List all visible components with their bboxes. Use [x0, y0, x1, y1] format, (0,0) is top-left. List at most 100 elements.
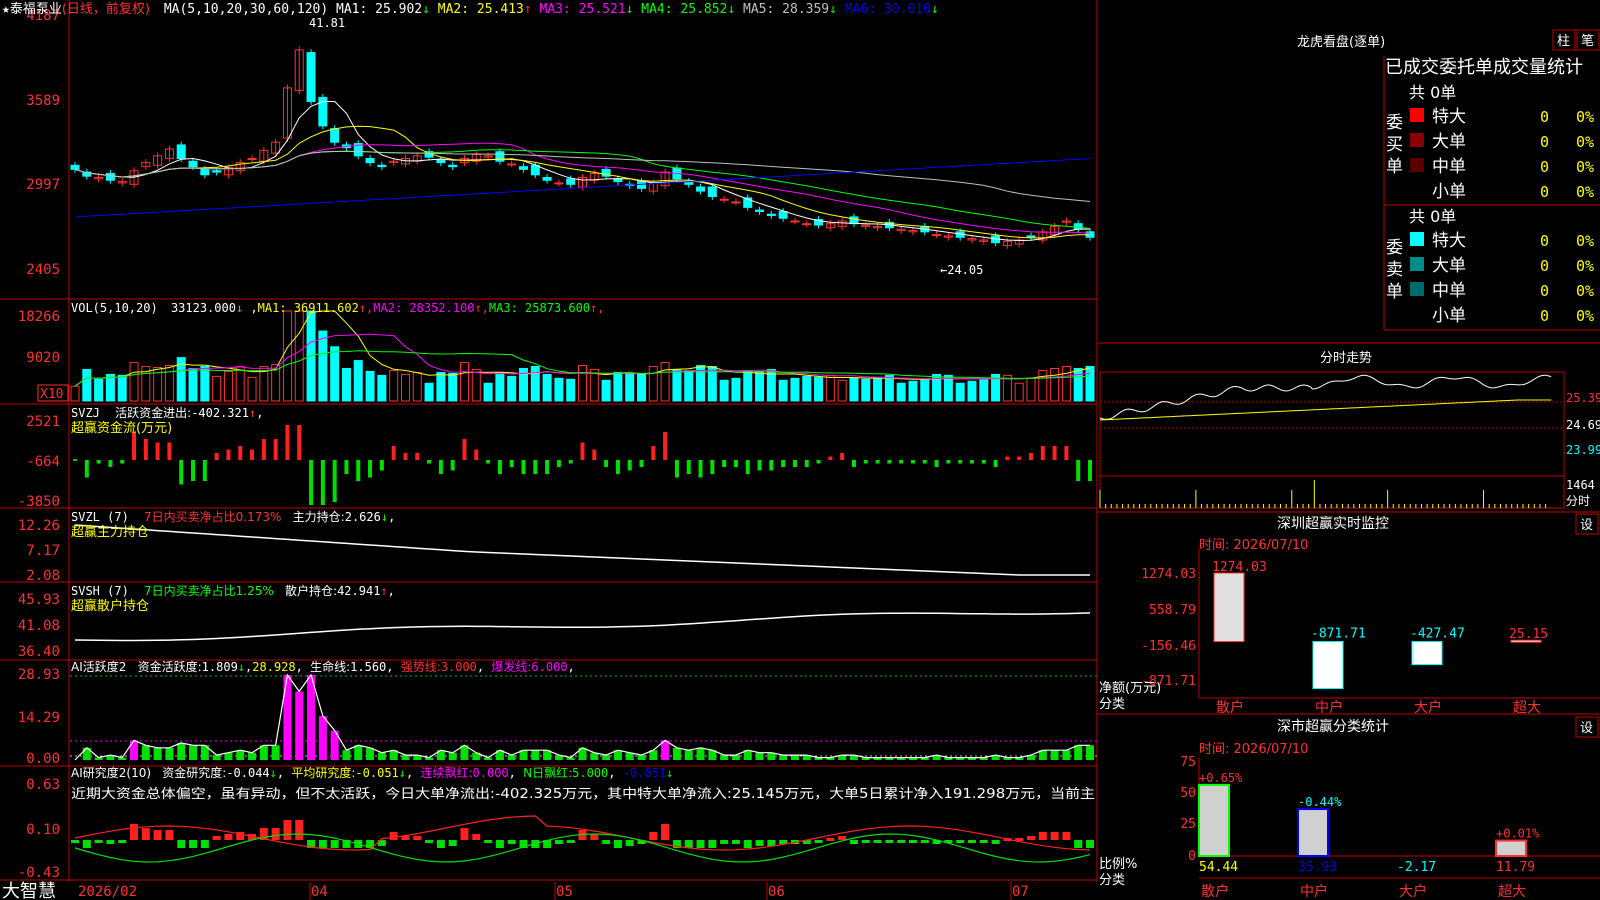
- fundflow-bar: [1052, 446, 1057, 460]
- research-bar: [118, 840, 127, 843]
- fundflow-bar: [733, 460, 738, 467]
- volume-bar: [82, 368, 92, 402]
- fundflow-bar: [556, 460, 561, 467]
- candle-body: [212, 170, 222, 173]
- fundflow-bar: [769, 460, 774, 471]
- tab-tick-label[interactable]: 笔: [1581, 33, 1594, 49]
- row-count: 0: [1540, 108, 1549, 126]
- y-tick: -0.43: [18, 865, 60, 881]
- activity-bar: [1062, 750, 1071, 760]
- fundflow-bar: [356, 460, 361, 481]
- classify-category: 超大: [1498, 884, 1526, 900]
- row-pct: 0%: [1576, 232, 1594, 250]
- ai-active-header: AI活跃度2 资金活跃度:1.809↓,28.928, 生命线:1.560, 强…: [71, 659, 575, 674]
- fundflow-bar: [474, 449, 479, 460]
- activity-bar: [507, 755, 516, 760]
- fundflow-bar: [486, 460, 491, 464]
- fundflow-bar: [981, 460, 986, 464]
- fundflow-bar: [202, 460, 207, 481]
- volume-bar: [873, 376, 883, 402]
- activity-bar: [354, 745, 363, 760]
- volume-bars: [70, 310, 1095, 402]
- longhu-heading: 已成交委托单成交量统计: [1385, 57, 1583, 78]
- research-bar: [495, 840, 504, 848]
- candle-body: [566, 178, 576, 185]
- fundflow-bar: [840, 453, 845, 460]
- research-bar: [649, 832, 658, 840]
- candle-body: [637, 181, 647, 189]
- fundflow-bar: [403, 453, 408, 460]
- volume-bar: [294, 310, 304, 402]
- fundflow-bar: [604, 460, 609, 467]
- fundflow-bar: [1040, 446, 1045, 460]
- monitor-settings-label[interactable]: 设: [1580, 518, 1593, 533]
- x-tick: 07: [1012, 884, 1029, 900]
- classify-settings-label[interactable]: 设: [1580, 721, 1593, 736]
- legend-swatch: [1410, 133, 1424, 147]
- volume-bar: [495, 371, 505, 402]
- volume-bar: [979, 378, 989, 402]
- research-bar: [720, 840, 729, 844]
- classify-bar: [1297, 808, 1329, 857]
- candle-body: [1026, 235, 1036, 238]
- activity-bar: [177, 742, 186, 760]
- ai-active-panel: 28.93 14.29 0.00 AI活跃度2 资金活跃度:1.809↓,28.…: [18, 659, 1097, 767]
- svsh-subtitle: 超赢散户持仓: [71, 598, 149, 614]
- fundflow-bar: [462, 439, 467, 460]
- activity-bar: [130, 740, 139, 760]
- research-bar: [814, 840, 823, 843]
- intraday-volume: [1099, 480, 1547, 508]
- research-bar: [283, 820, 292, 840]
- volume-bar: [223, 370, 233, 402]
- x-axis: 大智慧 2026/02 04 05 06 07: [2, 881, 1029, 900]
- fundflow-bar: [1028, 453, 1033, 460]
- research-bar: [189, 840, 198, 848]
- monitor-y-tick: 558.79: [1149, 603, 1196, 618]
- row-count: 0: [1540, 133, 1549, 151]
- fundflow-bar: [497, 460, 502, 474]
- fundflow-bar: [745, 460, 750, 474]
- fundflow-bar: [698, 460, 703, 478]
- fundflow-bar: [285, 425, 290, 460]
- candle-body: [188, 160, 198, 168]
- research-bar: [554, 840, 563, 844]
- research-bar: [165, 830, 174, 840]
- research-bar: [956, 840, 965, 843]
- fundflow-bar: [969, 460, 974, 464]
- activity-bar: [212, 755, 221, 760]
- research-bar: [661, 824, 670, 840]
- volume-bar: [306, 310, 316, 402]
- activity-bar: [448, 752, 457, 760]
- monitor-bar: [1312, 641, 1344, 690]
- volume-bar: [849, 377, 859, 402]
- row-pct: 0%: [1576, 282, 1594, 300]
- fundflow-bar: [226, 449, 231, 460]
- side-char: 委: [1386, 238, 1403, 258]
- volume-bar: [802, 375, 812, 402]
- volume-bar: [129, 362, 139, 402]
- legend-swatch: [1410, 232, 1424, 246]
- volume-bar: [578, 365, 587, 402]
- fundflow-bar: [427, 460, 432, 464]
- monitor-value-label: 25.15: [1509, 627, 1548, 642]
- intraday-y-tick: 23.99: [1566, 443, 1600, 457]
- ai-research-panel: 0.63 0.10 -0.43 AI研究度2(10) 资金研究度:-0.044↓…: [18, 765, 1095, 881]
- candle-body: [731, 201, 741, 204]
- research-bar: [590, 834, 599, 840]
- volume-bar: [601, 379, 611, 402]
- candle-body: [436, 159, 446, 164]
- legend-swatch: [1410, 183, 1424, 197]
- tab-bar-label[interactable]: 柱: [1557, 34, 1570, 49]
- volume-bar: [1050, 367, 1060, 402]
- volume-bar: [719, 379, 729, 402]
- volume-bar: [967, 380, 977, 402]
- volume-bar: [341, 367, 351, 402]
- legend-swatch: [1410, 108, 1424, 122]
- candle-body: [554, 182, 564, 185]
- monitor-bar: [1213, 572, 1245, 643]
- classify-panel: 深市超赢分类统计 设 时间: 2026/07/10 75 50 25 0 比例%…: [1099, 716, 1600, 900]
- candle-body: [530, 164, 540, 176]
- candle-body: [802, 223, 812, 226]
- retail-holding-line: [74, 612, 1091, 642]
- fundflow-bar: [899, 460, 904, 464]
